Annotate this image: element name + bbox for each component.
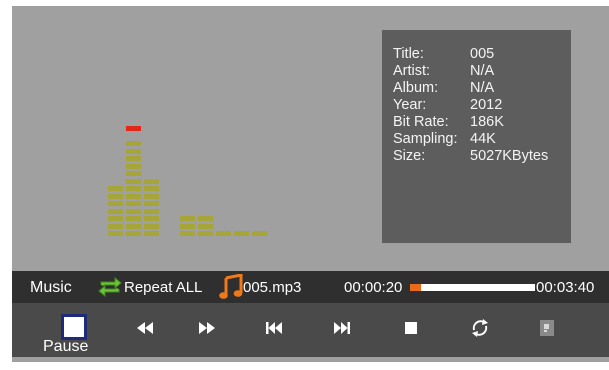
repeat-all-icon[interactable] (97, 276, 123, 298)
info-key: Artist: (393, 63, 431, 79)
rewind-icon (137, 322, 153, 334)
fast-forward-icon (199, 322, 215, 334)
spectrum-segment (126, 231, 141, 236)
elapsed-time: 00:00:20 (344, 279, 403, 296)
spectrum-segment (144, 216, 159, 221)
spectrum-bar (234, 118, 249, 236)
spectrum-segment (180, 231, 195, 236)
spectrum-bar (252, 118, 267, 236)
spectrum-segment (144, 208, 159, 214)
music-note-icon (219, 274, 243, 299)
spectrum-segment (252, 231, 267, 236)
spectrum-segment (144, 231, 159, 236)
spectrum-segment (108, 231, 123, 236)
spectrum-segment (126, 186, 141, 191)
info-key: Bit Rate: (393, 114, 449, 130)
skip-previous-icon (266, 322, 282, 334)
spectrum-visualizer (108, 118, 278, 236)
spectrum-segment (126, 156, 141, 161)
pause-button[interactable] (61, 314, 87, 340)
spectrum-segment (126, 223, 141, 229)
spectrum-segment (126, 208, 141, 214)
skip-next-icon (334, 322, 350, 334)
stop-icon (405, 322, 417, 334)
spectrum-segment (144, 201, 159, 206)
progress-fill (410, 284, 422, 291)
info-value: 005 (470, 46, 495, 62)
info-key: Album: (393, 80, 439, 96)
spectrum-bar (144, 118, 159, 236)
spectrum-segment (108, 186, 123, 191)
spectrum-segment (108, 223, 123, 229)
control-bar: Music Repeat ALL 005.mp3 00:00:20 00:03:… (12, 271, 609, 357)
spectrum-segment (180, 223, 195, 229)
info-icon (540, 320, 554, 336)
spectrum-peak (126, 126, 141, 131)
spectrum-bar (108, 118, 123, 236)
rewind-button[interactable] (134, 317, 156, 339)
spectrum-segment (126, 171, 141, 176)
info-value: 5027KBytes (470, 148, 549, 164)
spectrum-segment (198, 223, 213, 229)
repeat-mode-button[interactable] (469, 317, 491, 339)
spectrum-segment (144, 193, 159, 199)
spectrum-segment (216, 231, 231, 236)
spectrum-segment (126, 193, 141, 199)
file-name: 005.mp3 (243, 279, 302, 296)
info-key: Size: (393, 148, 426, 164)
info-value: 2012 (470, 97, 503, 113)
stop-button[interactable] (400, 317, 422, 339)
player-screen: Title: 005 Artist: N/A Album: N/A Year: … (12, 6, 609, 362)
progress-bar[interactable] (410, 284, 535, 291)
spectrum-segment (180, 216, 195, 221)
spectrum-segment (198, 231, 213, 236)
info-value: 44K (470, 131, 496, 147)
next-track-button[interactable] (331, 317, 353, 339)
track-info-panel: Title: 005 Artist: N/A Album: N/A Year: … (382, 30, 571, 243)
info-value: N/A (470, 80, 495, 96)
spectrum-segment (108, 216, 123, 221)
spectrum-segment (126, 178, 141, 184)
spectrum-bar (216, 118, 231, 236)
spectrum-segment (144, 178, 159, 184)
spectrum-bar (126, 118, 141, 236)
spectrum-segment (234, 231, 249, 236)
previous-track-button[interactable] (263, 317, 285, 339)
spectrum-segment (198, 216, 213, 221)
spectrum-segment (108, 193, 123, 199)
spectrum-segment (144, 186, 159, 191)
repeat-cycle-icon (472, 319, 488, 337)
spectrum-segment (126, 201, 141, 206)
spectrum-segment (144, 223, 159, 229)
spectrum-segment (108, 208, 123, 214)
source-label: Music (30, 279, 72, 296)
repeat-mode-label[interactable]: Repeat ALL (124, 279, 202, 296)
fast-forward-button[interactable] (196, 317, 218, 339)
spectrum-segment (126, 141, 141, 146)
status-row: Music Repeat ALL 005.mp3 00:00:20 00:03:… (12, 271, 609, 303)
info-key: Year: (393, 97, 427, 113)
spectrum-bar (162, 118, 177, 236)
spectrum-segment (126, 216, 141, 221)
spectrum-bar (180, 118, 195, 236)
pause-label: Pause (43, 338, 89, 355)
info-value: 186K (470, 114, 504, 130)
info-value: N/A (470, 63, 495, 79)
spectrum-segment (126, 148, 141, 154)
info-key: Title: (393, 46, 424, 62)
spectrum-segment (126, 163, 141, 169)
spectrum-bar (198, 118, 213, 236)
info-key: Sampling: (393, 131, 458, 147)
spectrum-segment (108, 201, 123, 206)
info-button[interactable] (536, 317, 558, 339)
total-time: 00:03:40 (536, 279, 595, 296)
